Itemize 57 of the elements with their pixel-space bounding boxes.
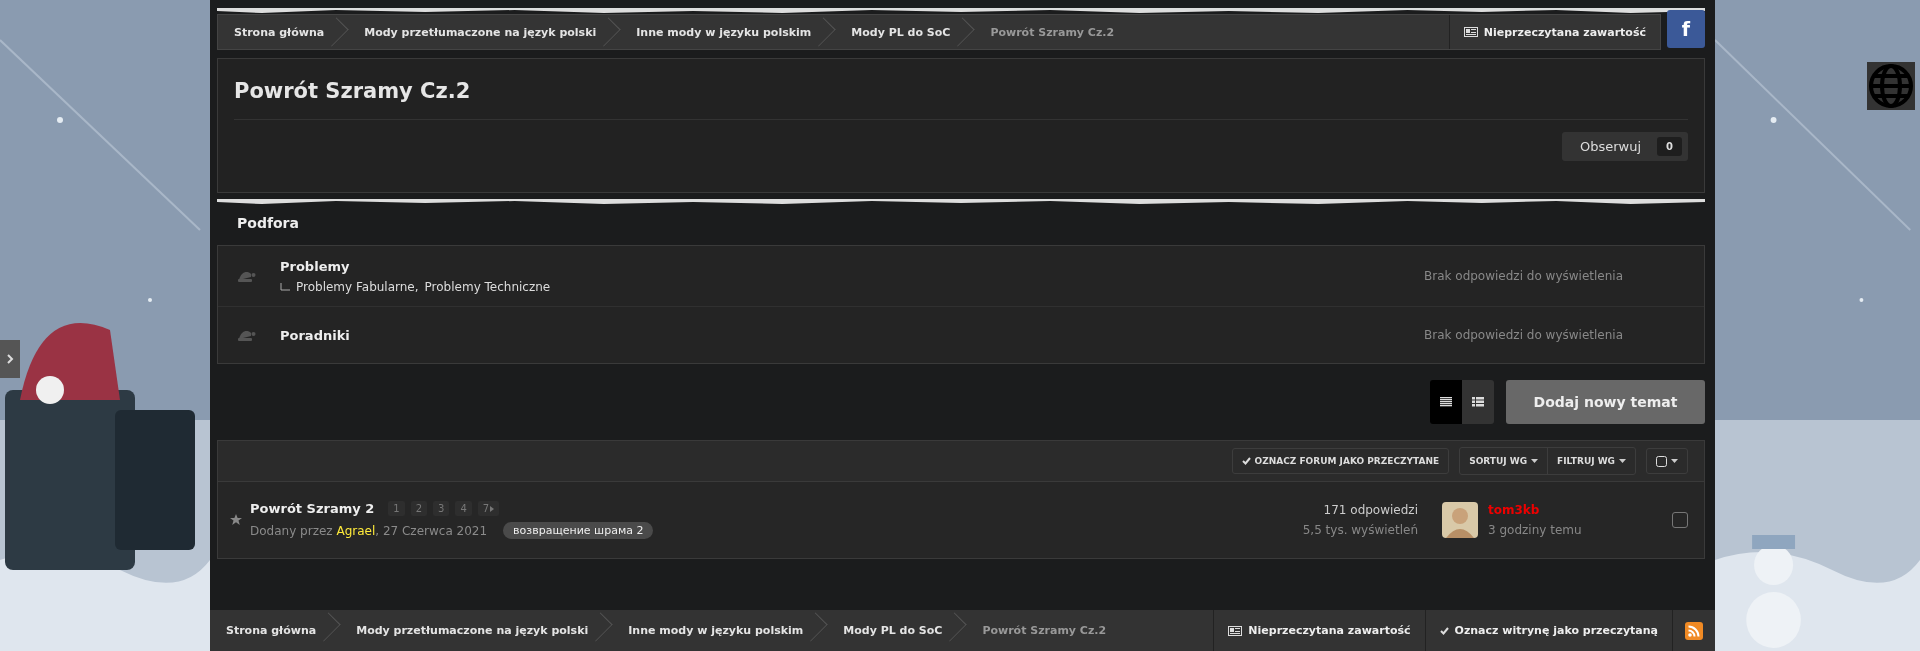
tree-branch-icon [280,282,290,291]
caret-icon [1619,459,1626,463]
breadcrumb-link[interactable]: Mody przetłumaczone na język polski [340,610,613,651]
star-icon [230,514,242,526]
list-icon [1440,397,1452,407]
breadcrumb-link[interactable]: Inne mody w języku polskim [612,610,828,651]
child-forum-link[interactable]: Problemy Techniczne [424,279,551,294]
select-menu-button[interactable] [1646,448,1688,474]
breadcrumb-link[interactable]: Powrót Szramy Cz.2 [974,15,1139,49]
chevron-right-icon [6,354,14,364]
checkmark-icon [1439,626,1449,635]
sidebar-toggle-button[interactable] [0,340,20,378]
last-post-info: Brak odpowiedzi do wyświetlenia [1424,269,1624,283]
caret-icon [490,505,495,512]
checkmark-icon [1241,457,1251,465]
reply-count: 171 odpowiedzi [1323,503,1418,517]
globe-icon [1867,62,1915,110]
rss-icon [1685,621,1703,640]
subforum-link[interactable]: Problemy [280,258,1424,274]
checkbox-icon [1656,455,1667,467]
newspaper-icon [1463,27,1478,37]
new-topic-button[interactable]: Dodaj nowy temat [1506,380,1705,424]
breadcrumb-link[interactable]: Powrót Szramy Cz.2 [966,610,1131,651]
last-post-info: Brak odpowiedzi do wyświetlenia [1424,328,1624,342]
child-forum-link[interactable]: Problemy Fabularne, [296,279,419,294]
breadcrumb-link[interactable]: Strona główna [218,15,349,49]
mark-forum-read-button[interactable]: OZNACZ FORUM JAKO PRZECZYTANE [1231,448,1450,474]
follow-button[interactable]: Obserwuj 0 [1561,132,1688,161]
section-title: Podfora [236,214,300,233]
newspaper-icon [1228,625,1243,636]
breadcrumb-link[interactable]: Mody PL do SoC [835,15,975,49]
breadcrumb-link[interactable]: Inne mody w języku polskim [620,15,836,49]
caret-icon [1671,459,1678,463]
santa-hat-icon [238,328,256,342]
forum-title: Powrót Szramy Cz.2 [234,59,1688,120]
last-post-time: 3 godziny temu [1488,523,1582,537]
sort-button[interactable]: SORTUJ WG [1460,448,1548,474]
facebook-button[interactable]: f [1667,10,1705,48]
subforum-link[interactable]: Poradniki [280,327,1424,343]
breadcrumb-link[interactable]: Mody PL do SoC [827,610,967,651]
santa-hat-icon [238,269,256,283]
list-view-button[interactable] [1430,380,1462,424]
topic-checkbox[interactable] [1672,512,1688,528]
view-count: 5,5 tys. wyświetleń [1302,523,1418,537]
breadcrumb-link[interactable]: Strona główna [210,610,341,651]
topic-tag[interactable]: возвращение шрама 2 [503,522,654,539]
follower-count: 0 [1657,137,1682,156]
mark-site-read-link[interactable]: Oznacz witrynę jako przeczytaną [1424,610,1672,651]
unread-content-link[interactable]: Nieprzeczytana zawartość [1213,610,1425,651]
caret-icon [1531,459,1539,463]
filter-button[interactable]: FILTRUJ WG [1547,448,1635,474]
topic-title-link[interactable]: Powrót Szramy 2 [250,501,375,516]
unread-content-link[interactable]: Nieprzeczytana zawartość [1448,15,1660,49]
grid-view-button[interactable] [1462,380,1494,424]
topic-meta: Dodany przez Agrael, 27 Czerwca 2021 [250,523,488,538]
grid-list-icon [1472,397,1484,407]
breadcrumb-link[interactable]: Mody przetłumaczone na język polski [348,15,621,49]
